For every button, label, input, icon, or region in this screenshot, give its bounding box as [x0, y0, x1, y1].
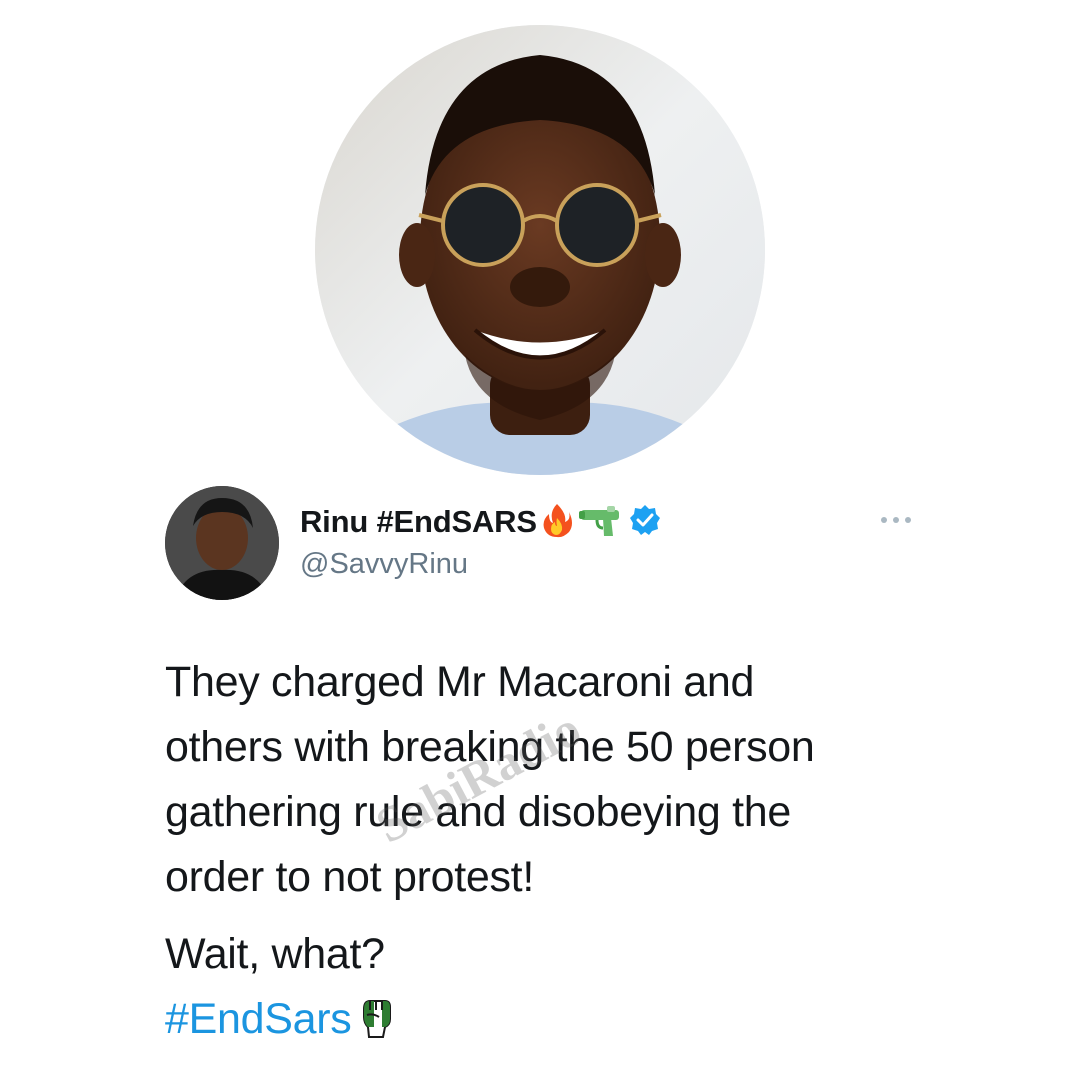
- more-dots-icon: [881, 517, 911, 523]
- hero-photo-illustration: [315, 25, 765, 475]
- tweet-line: They charged Mr Macaroni and: [165, 658, 755, 706]
- author-avatar-illustration: [165, 486, 279, 600]
- author-name[interactable]: Rinu #EndSARS: [300, 504, 537, 540]
- tweet-text: They charged Mr Macaroni and others with…: [165, 650, 925, 1058]
- water-pistol-emoji: [577, 502, 623, 543]
- author-avatar[interactable]: [165, 486, 279, 600]
- tweet-screenshot: Rinu #EndSARS @SavvyRinu They charged Mr…: [0, 0, 1080, 1080]
- author-handle[interactable]: @SavvyRinu: [300, 548, 661, 581]
- verified-badge-icon: [629, 504, 661, 541]
- tweet-line: order to not protest!: [165, 853, 534, 901]
- hashtag-link[interactable]: #EndSars: [165, 995, 352, 1043]
- fire-emoji: [541, 502, 573, 543]
- hero-profile-photo: [315, 25, 765, 475]
- raised-fist-emoji: [359, 993, 393, 1058]
- tweet-line: others with breaking the 50 person: [165, 723, 815, 771]
- author-info: Rinu #EndSARS @SavvyRinu: [300, 500, 661, 581]
- author-name-row: Rinu #EndSARS: [300, 500, 661, 544]
- tweet-line: gathering rule and disobeying the: [165, 788, 792, 836]
- more-options-button[interactable]: [878, 508, 914, 532]
- hashtag-line: #EndSars: [165, 987, 925, 1058]
- tweet-line: Wait, what?: [165, 930, 385, 978]
